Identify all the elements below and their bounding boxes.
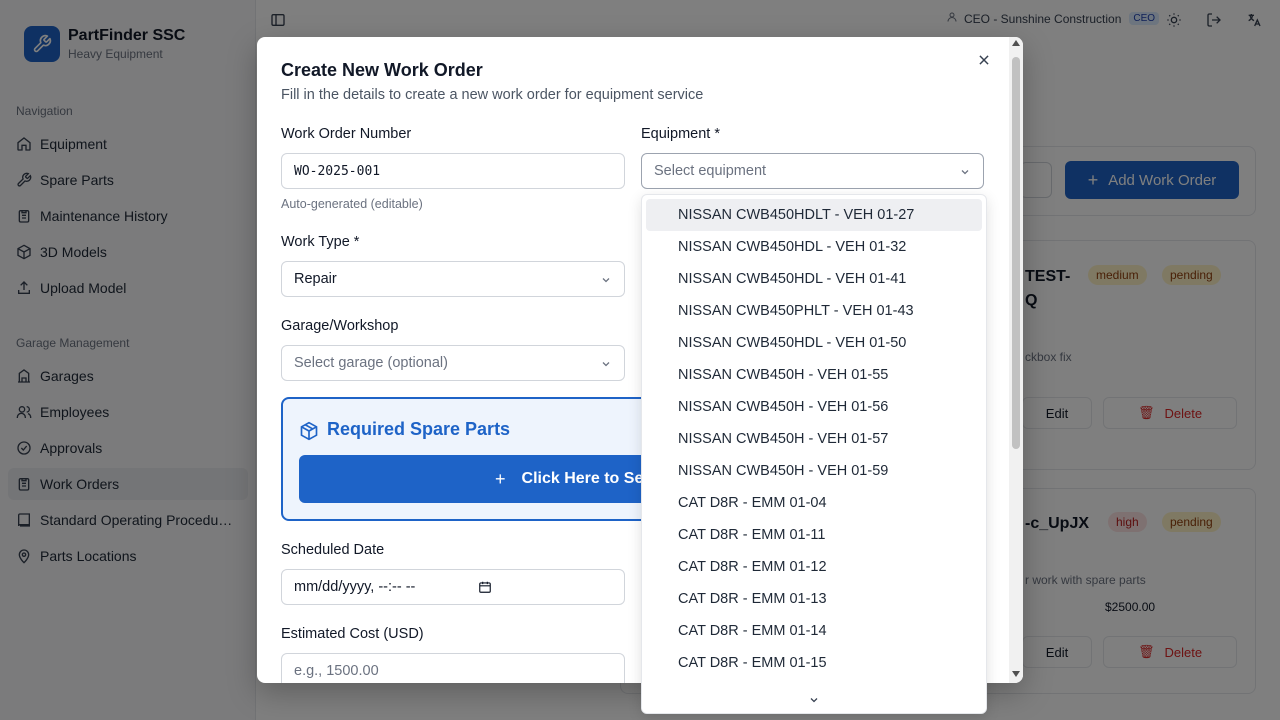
work-type-label: Work Type * [281,234,360,250]
calendar-icon[interactable] [478,580,492,598]
scheduled-date-placeholder: mm/dd/yyyy, --:-- -- [294,579,416,595]
work-order-hint: Auto-generated (editable) [281,197,423,211]
equipment-option[interactable]: CAT D8R - EMM 01-11 [646,519,982,551]
scroll-more-chevron-icon[interactable] [642,687,986,713]
equipment-option[interactable]: CAT D8R - EMM 01-04 [646,487,982,519]
work-type-select[interactable]: Repair [281,261,625,297]
equipment-select[interactable]: Select equipment [641,153,984,189]
equipment-option[interactable]: NISSAN CWB450PHLT - VEH 01-43 [646,295,982,327]
dialog-description: Fill in the details to create a new work… [281,87,704,103]
equipment-placeholder: Select equipment [654,163,767,179]
equipment-option[interactable]: NISSAN CWB450HDLT - VEH 01-27 [646,199,982,231]
garage-select[interactable]: Select garage (optional) [281,345,625,381]
work-order-number-label: Work Order Number [281,126,412,142]
required-spare-parts-section: Required Spare Parts + Click Here to Se [281,397,719,521]
equipment-option[interactable]: CAT D8R - EMM 01-12 [646,551,982,583]
equipment-option[interactable]: CAT D8R - EMM 01-15 [646,647,982,679]
spare-parts-title: Required Spare Parts [327,419,511,439]
plus-icon: + [495,468,506,489]
work-order-number-input[interactable]: WO-2025-001 [281,153,625,189]
garage-label: Garage/Workshop [281,318,399,334]
estimated-cost-input[interactable]: e.g., 1500.00 [281,653,625,683]
equipment-option[interactable]: NISSAN CWB450H - VEH 01-56 [646,391,982,423]
chevron-down-icon [600,358,612,370]
close-icon[interactable] [977,53,991,67]
select-spare-parts-label: Click Here to Se [521,470,644,487]
scheduled-date-input[interactable]: mm/dd/yyyy, --:-- -- [281,569,625,605]
estimated-cost-label: Estimated Cost (USD) [281,626,424,642]
dialog-scrollbar-thumb[interactable] [1012,57,1020,449]
chevron-down-icon [959,166,971,178]
equipment-label: Equipment * [641,126,720,142]
dialog-title: Create New Work Order [281,60,483,80]
equipment-option[interactable]: CAT D8R - EMM 01-13 [646,583,982,615]
equipment-dropdown: NISSAN CWB450HDLT - VEH 01-27 NISSAN CWB… [641,194,987,714]
package-icon [299,421,319,441]
equipment-option[interactable]: NISSAN CWB450HDL - VEH 01-32 [646,231,982,263]
estimated-cost-placeholder: e.g., 1500.00 [294,663,379,679]
equipment-option[interactable]: NISSAN CWB450H - VEH 01-55 [646,359,982,391]
equipment-option[interactable]: NISSAN CWB450H - VEH 01-57 [646,423,982,455]
equipment-option[interactable]: CAT D8R - EMM 01-14 [646,615,982,647]
chevron-down-icon [600,274,612,286]
work-type-value: Repair [294,271,337,287]
work-order-number-value: WO-2025-001 [294,163,381,179]
scroll-up-icon[interactable] [1012,40,1020,46]
equipment-options-list: NISSAN CWB450HDLT - VEH 01-27 NISSAN CWB… [646,199,982,711]
equipment-option[interactable]: NISSAN CWB450HDL - VEH 01-41 [646,263,982,295]
garage-placeholder: Select garage (optional) [294,355,448,371]
scheduled-date-label: Scheduled Date [281,542,385,558]
equipment-option[interactable]: NISSAN CWB450H - VEH 01-59 [646,455,982,487]
scroll-down-icon[interactable] [1012,671,1020,677]
equipment-option[interactable]: NISSAN CWB450HDL - VEH 01-50 [646,327,982,359]
